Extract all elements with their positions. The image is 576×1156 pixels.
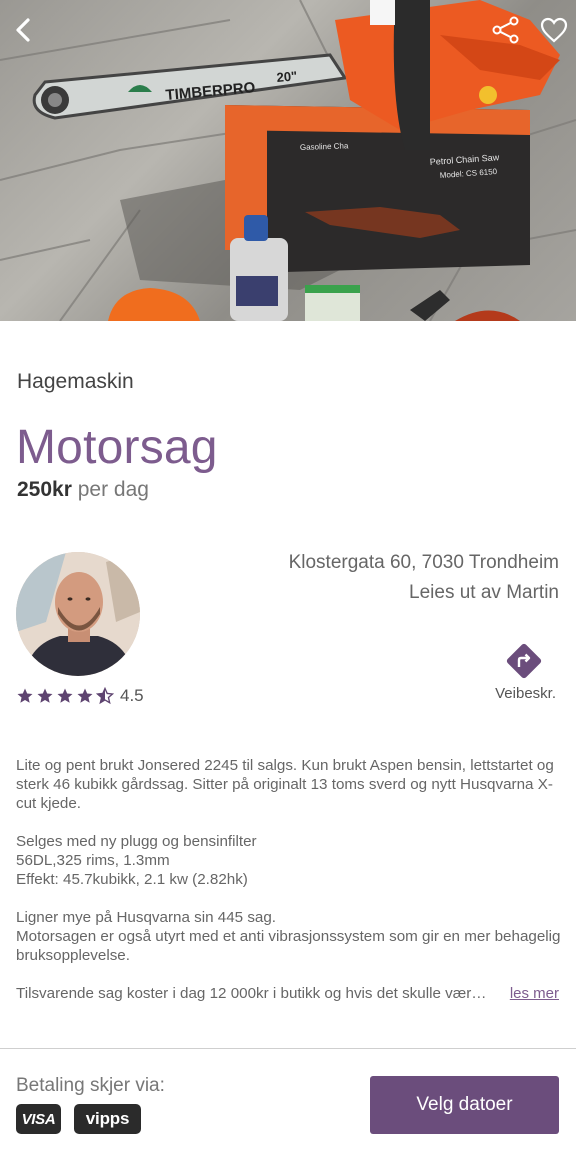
price-amount: 250kr <box>17 478 72 501</box>
heart-outline-icon <box>540 17 568 43</box>
favorite-button[interactable] <box>538 14 570 46</box>
star-full-icon <box>57 688 73 703</box>
chainsaw-photo: Gasoline Cha Petrol Chain Saw Model: CS … <box>0 0 576 321</box>
owner-name: Leies ut av Martin <box>409 582 559 603</box>
share-icon <box>492 16 519 44</box>
description-paragraph: Ligner mye på Husqvarna sin 445 sag. Mot… <box>16 909 561 964</box>
rating-value: 4.5 <box>120 686 144 705</box>
back-button[interactable] <box>8 14 40 46</box>
star-full-icon <box>77 688 93 703</box>
hero-photo: Gasoline Cha Petrol Chain Saw Model: CS … <box>0 0 576 321</box>
star-half-icon <box>96 687 114 705</box>
read-more-link[interactable]: les mer <box>510 984 559 1003</box>
photo-box-gasoline-text: Gasoline Cha <box>300 141 349 152</box>
star-full-icon <box>17 688 33 703</box>
share-button[interactable] <box>490 14 522 46</box>
star-full-icon <box>37 688 53 703</box>
owner-photo <box>16 552 140 676</box>
description-paragraph: Lite og pent brukt Jonsered 2245 til sal… <box>16 757 554 812</box>
listing-address: Klostergata 60, 7030 Trondheim <box>288 552 559 573</box>
payment-label: Betaling skjer via: <box>16 1075 165 1096</box>
owner-avatar[interactable] <box>16 552 140 676</box>
description-paragraph: Tilsvarende sag koster i dag 12 000kr i … <box>16 985 490 1002</box>
price-unit: per dag <box>77 478 149 501</box>
description-paragraph: Selges med ny plugg og bensinfilter 56DL… <box>16 833 257 888</box>
listing-title: Motorsag <box>16 421 218 474</box>
owner-rating: 4.5 <box>16 686 144 706</box>
directions-label[interactable]: Veibeskr. <box>495 685 556 702</box>
photo-bar-size: 20" <box>276 68 298 85</box>
listing-description: Lite og pent brukt Jonsered 2245 til sal… <box>16 756 561 984</box>
directions-turn-right-icon[interactable] <box>505 642 543 680</box>
chevron-left-icon <box>16 18 30 42</box>
vipps-logo: vipps <box>74 1104 141 1134</box>
description-truncated: Tilsvarende sag koster i dag 12 000kr i … <box>16 984 561 1003</box>
listing-price: 250kr per dag <box>17 478 149 502</box>
visa-logo: VISA <box>16 1104 61 1134</box>
choose-dates-button[interactable]: Velg datoer <box>370 1076 559 1134</box>
listing-category: Hagemaskin <box>17 370 134 393</box>
footer-divider <box>0 1048 576 1049</box>
